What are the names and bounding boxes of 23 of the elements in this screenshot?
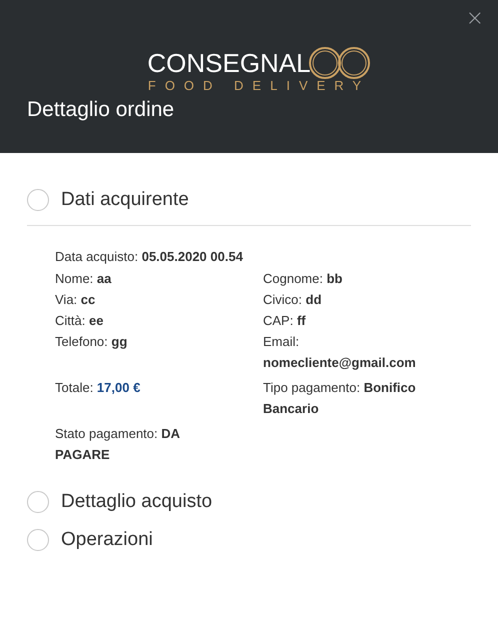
detail-text: Cognome: bb — [263, 270, 344, 288]
section-title[interactable]: Dettaglio acquisto — [61, 491, 212, 513]
detail-text: Tipo pagamento: Bonifico Bancario — [263, 379, 417, 418]
detail-text: Stato pagamento: DA PAGARE — [55, 425, 181, 464]
logo-tagline: FOOD DELIVERY — [148, 78, 370, 93]
detail-text: Via: cc — [55, 291, 96, 309]
section-title[interactable]: Operazioni — [61, 529, 153, 551]
detail-text: Nome: aa — [55, 270, 112, 288]
radio-circle[interactable] — [27, 529, 49, 551]
radio-circle[interactable] — [27, 491, 49, 513]
rings-icon — [308, 46, 371, 80]
detail-text: Data acquisto: 05.05.2020 00.54 — [55, 248, 244, 266]
detail-text: Email: nomecliente@gmail.com — [263, 333, 417, 372]
detail-text: Civico: dd — [263, 291, 323, 309]
detail-text: Città: ee — [55, 312, 104, 330]
detail-text: Telefono: gg — [55, 333, 128, 351]
detail-text: CAP: ff — [263, 312, 307, 330]
close-button[interactable]: × — [462, 6, 488, 31]
section-title[interactable]: Dati acquirente — [61, 189, 189, 211]
detail-text: Totale: 17,00 € — [55, 379, 142, 397]
modal-title: Dettaglio ordine — [27, 98, 176, 122]
logo-wordmark: CONSEGNAL — [147, 48, 311, 78]
radio-circle[interactable] — [27, 189, 49, 211]
